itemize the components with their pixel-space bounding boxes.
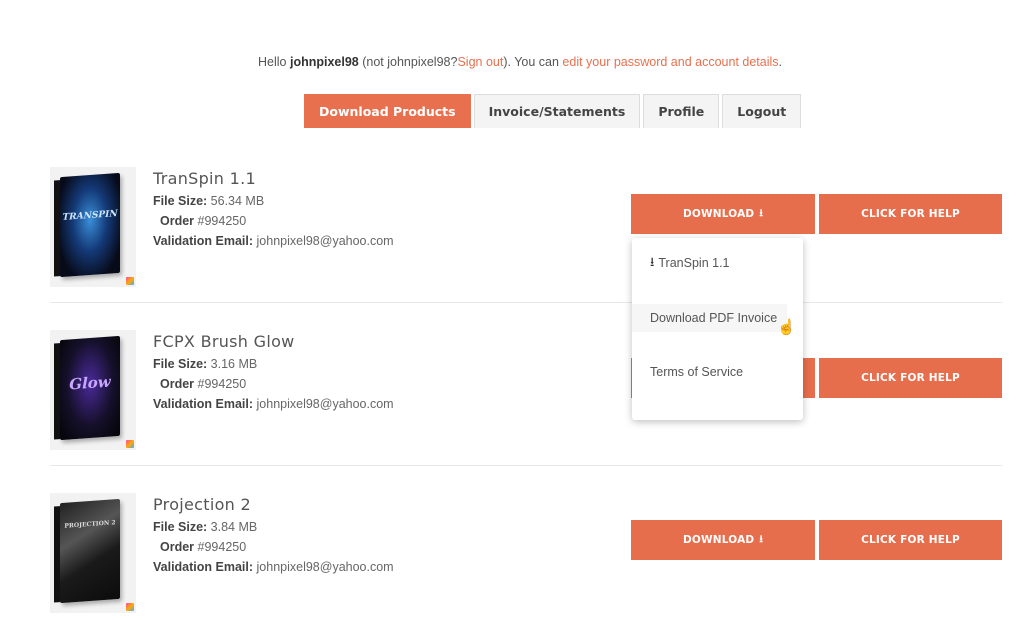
sign-out-link[interactable]: Sign out — [457, 55, 503, 69]
tab-invoice-statements[interactable]: Invoice/Statements — [473, 94, 641, 128]
help-button[interactable]: CLICK FOR HELP — [819, 194, 1002, 234]
account-tabs: Download Products Invoice/Statements Pro… — [304, 94, 802, 128]
product-image: PROJECTION 2 — [50, 493, 136, 613]
file-size: File Size: 3.16 MB — [153, 357, 258, 371]
hand-cursor-icon: ☝ — [777, 319, 796, 336]
order-number: Order #994250 — [160, 540, 247, 554]
divider — [50, 465, 1002, 466]
download-icon: ⭳ — [759, 533, 764, 545]
download-button[interactable]: DOWNLOAD⭳ — [631, 194, 815, 234]
validation-email: Validation Email: johnpixel98@yahoo.com — [153, 397, 394, 411]
edit-account-link[interactable]: edit your password and account details — [562, 55, 778, 69]
product-name: Projection 2 — [153, 495, 251, 514]
product-name: FCPX Brush Glow — [153, 332, 295, 351]
tab-logout[interactable]: Logout — [722, 94, 802, 128]
help-button[interactable]: CLICK FOR HELP — [819, 358, 1002, 398]
download-icon: ⭳ — [759, 207, 764, 219]
tab-download-products[interactable]: Download Products — [304, 94, 471, 128]
dropdown-item-terms-of-service[interactable]: Terms of Service — [632, 358, 803, 386]
product-image: Glow — [50, 330, 136, 450]
dropdown-item-download-product[interactable]: ⭳ TranSpin 1.1 — [632, 249, 803, 277]
download-button[interactable]: DOWNLOAD⭳ — [631, 520, 815, 560]
product-name: TranSpin 1.1 — [153, 169, 256, 188]
tab-profile[interactable]: Profile — [643, 94, 720, 128]
validation-email: Validation Email: johnpixel98@yahoo.com — [153, 560, 394, 574]
download-icon: ⭳ — [650, 254, 655, 269]
product-image: TRANSPIN — [50, 167, 136, 287]
product-row: PROJECTION 2 Projection 2 File Size: 3.8… — [50, 493, 1002, 613]
greeting-message: Hello johnpixel98 (not johnpixel98?Sign … — [257, 55, 783, 69]
order-number: Order #994250 — [160, 214, 247, 228]
order-number: Order #994250 — [160, 377, 247, 391]
username: johnpixel98 — [289, 55, 359, 69]
product-row: Glow FCPX Brush Glow File Size: 3.16 MB … — [50, 330, 1002, 450]
product-row: TRANSPIN TranSpin 1.1 File Size: 56.34 M… — [50, 167, 1002, 287]
dropdown-item-download-pdf-invoice[interactable]: Download PDF Invoice — [632, 304, 787, 332]
file-size: File Size: 56.34 MB — [153, 194, 265, 208]
file-size: File Size: 3.84 MB — [153, 520, 258, 534]
divider — [50, 302, 1002, 303]
help-button[interactable]: CLICK FOR HELP — [819, 520, 1002, 560]
validation-email: Validation Email: johnpixel98@yahoo.com — [153, 234, 394, 248]
